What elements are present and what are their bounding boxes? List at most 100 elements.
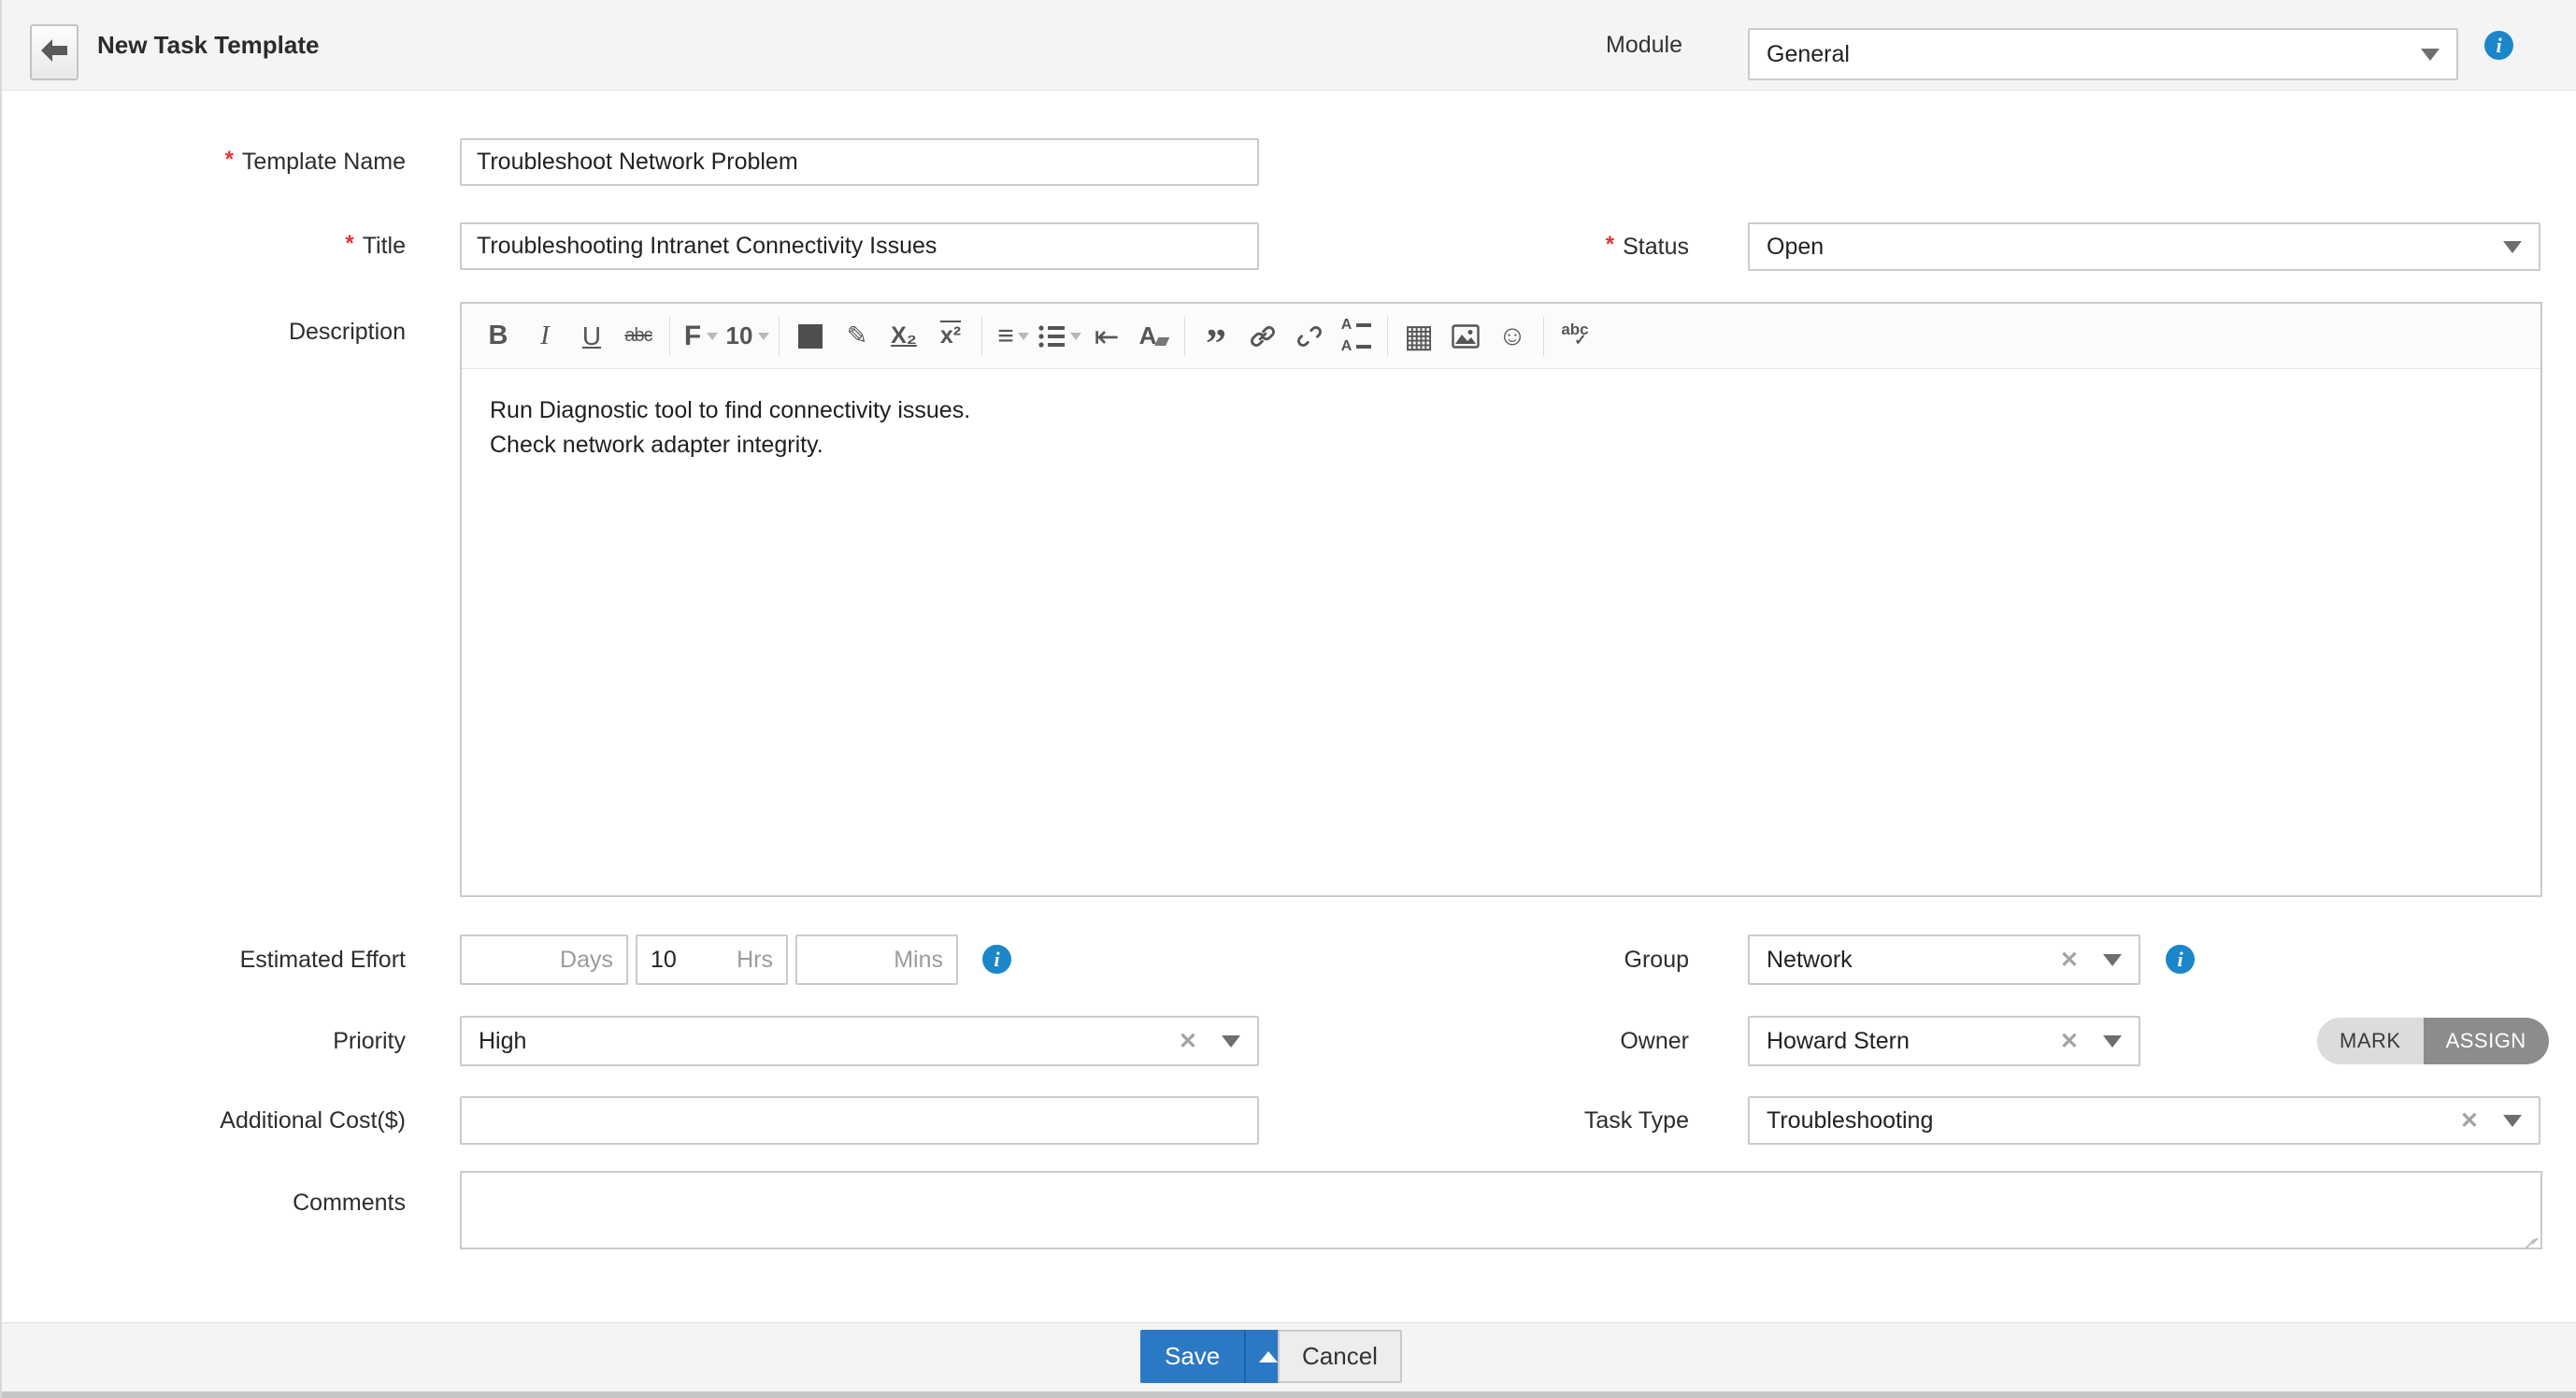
status-label: Status [1623, 234, 1689, 261]
clear-icon[interactable]: ✕ [2060, 1028, 2079, 1055]
group-info-icon[interactable]: i [2166, 945, 2195, 974]
underline-icon[interactable]: U [568, 314, 615, 359]
strikethrough-icon[interactable]: abc [615, 314, 662, 359]
effort-info-icon[interactable]: i [982, 945, 1011, 974]
task-type-select[interactable]: Troubleshooting ✕ [1748, 1096, 2540, 1145]
clear-icon[interactable]: ✕ [2060, 947, 2079, 974]
status-select[interactable]: Open [1748, 222, 2540, 271]
font-family-icon[interactable]: F [678, 314, 724, 359]
group-selected-value: Network [1767, 947, 2060, 974]
bullet-list-icon[interactable] [1037, 314, 1083, 359]
save-button[interactable]: Save [1140, 1330, 1246, 1383]
priority-label-row: Priority [2, 1016, 406, 1066]
chevron-up-icon [1259, 1351, 1278, 1362]
required-asterisk: * [345, 231, 353, 257]
back-button[interactable] [30, 24, 79, 80]
align-icon[interactable]: ≡ [990, 314, 1037, 359]
chevron-down-icon [758, 333, 769, 340]
owner-select[interactable]: Howard Stern ✕ [1748, 1016, 2140, 1066]
link-icon[interactable] [1239, 314, 1286, 359]
title-label-row: * Title [2, 222, 406, 269]
toolbar-divider [1543, 317, 1544, 356]
group-select[interactable]: Network ✕ [1748, 934, 2140, 985]
blockquote-icon[interactable]: ” [1193, 321, 1239, 366]
template-name-input[interactable] [460, 138, 1259, 186]
hours-unit-label: Hrs [737, 947, 773, 974]
effort-hours-input[interactable]: 10 Hrs [636, 934, 788, 985]
superscript-icon[interactable]: x² [927, 314, 974, 359]
comments-textarea[interactable] [460, 1171, 2542, 1249]
module-info-icon[interactable]: i [2484, 31, 2513, 60]
effort-days-input[interactable]: Days [460, 934, 628, 985]
estimated-effort-label-row: Estimated Effort [2, 934, 406, 985]
chevron-down-icon [2503, 241, 2522, 253]
module-select[interactable]: General [1748, 28, 2458, 80]
toolbar-divider [1387, 317, 1388, 356]
header-bar: New Task Template Module General i [2, 0, 2576, 91]
title-input[interactable] [460, 222, 1259, 270]
page-title: New Task Template [97, 0, 319, 91]
additional-cost-input[interactable] [460, 1096, 1259, 1145]
task-type-selected-value: Troubleshooting [1767, 1107, 2460, 1134]
clear-icon[interactable]: ✕ [2460, 1107, 2479, 1134]
chevron-down-icon [1222, 1035, 1240, 1048]
chevron-down-icon [2103, 1035, 2122, 1048]
description-line: Run Diagnostic tool to find connectivity… [490, 393, 2512, 428]
description-line: Check network adapter integrity. [490, 428, 2512, 463]
priority-selected-value: High [479, 1028, 1179, 1055]
spellcheck-icon[interactable]: abc ✓ [1552, 314, 1598, 359]
line-spacing-icon[interactable]: A A [1333, 314, 1380, 359]
owner-mode-toggle: MARK ASSIGN [2317, 1018, 2549, 1064]
effort-minutes-input[interactable]: Mins [795, 934, 958, 985]
cancel-button[interactable]: Cancel [1278, 1330, 1402, 1383]
font-color-icon[interactable] [787, 314, 834, 359]
chevron-down-icon [1018, 333, 1029, 340]
chevron-down-icon [2103, 954, 2122, 966]
comments-label: Comments [293, 1190, 406, 1217]
template-name-label: Template Name [242, 149, 406, 176]
emoji-icon[interactable]: ☺ [1489, 314, 1536, 359]
required-asterisk: * [1606, 232, 1614, 258]
assign-toggle-button[interactable]: ASSIGN [2424, 1018, 2549, 1064]
editor-toolbar: B I U abc F 10 ✎ X₂ x² ≡ [462, 304, 2540, 369]
additional-cost-label: Additional Cost($) [220, 1107, 406, 1134]
priority-select[interactable]: High ✕ [460, 1016, 1259, 1066]
font-size-icon[interactable]: 10 [724, 314, 771, 359]
toolbar-divider [981, 317, 982, 356]
additional-cost-label-row: Additional Cost($) [2, 1096, 406, 1145]
chevron-down-icon [2503, 1115, 2522, 1127]
status-selected-value: Open [1767, 234, 2503, 261]
chevron-down-icon [1070, 333, 1081, 340]
bottom-border-strip [2, 1391, 2576, 1398]
bold-icon[interactable]: B [475, 314, 522, 359]
chevron-down-icon [707, 333, 718, 340]
title-label: Title [363, 233, 406, 260]
insert-table-icon[interactable]: ▦ [1395, 314, 1442, 359]
unlink-icon[interactable] [1286, 314, 1333, 359]
task-type-label-row: Task Type [1404, 1096, 1689, 1145]
toolbar-divider [669, 317, 670, 356]
subscript-icon[interactable]: X₂ [880, 314, 927, 359]
task-type-label: Task Type [1584, 1107, 1689, 1134]
italic-icon[interactable]: I [522, 314, 568, 359]
owner-label-row: Owner [1404, 1016, 1689, 1066]
description-content[interactable]: Run Diagnostic tool to find connectivity… [462, 369, 2540, 487]
highlight-icon[interactable]: ✎ [834, 314, 880, 359]
outdent-icon[interactable]: ⇤ [1083, 314, 1130, 359]
chevron-down-icon [2421, 49, 2440, 61]
estimated-effort-label: Estimated Effort [240, 947, 406, 974]
template-name-label-row: * Template Name [2, 138, 406, 185]
clear-icon[interactable]: ✕ [1179, 1028, 1197, 1055]
description-label: Description [289, 319, 406, 346]
insert-image-icon[interactable] [1442, 314, 1489, 359]
comments-label-row: Comments [2, 1187, 406, 1219]
remove-format-icon[interactable]: A [1130, 314, 1177, 359]
toolbar-divider [779, 317, 780, 356]
save-split-button: Save [1140, 1330, 1291, 1383]
group-label: Group [1624, 947, 1689, 974]
mark-toggle-button[interactable]: MARK [2317, 1018, 2424, 1064]
owner-selected-value: Howard Stern [1767, 1028, 2060, 1055]
back-arrow-icon [40, 38, 68, 67]
group-label-row: Group [1404, 934, 1689, 985]
module-selected-value: General [1767, 41, 2421, 68]
